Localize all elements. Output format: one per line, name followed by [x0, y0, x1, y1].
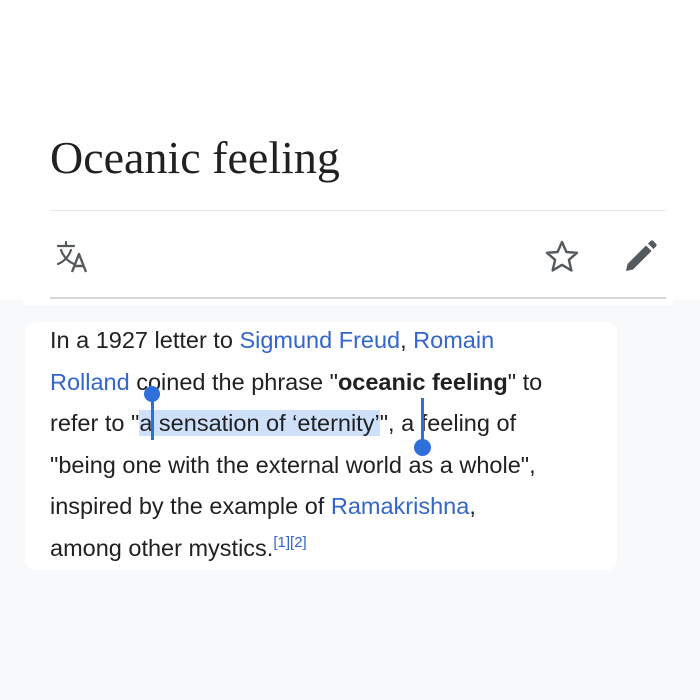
citation-2-link[interactable]: [2]	[290, 534, 307, 551]
selected-text[interactable]: a sensation of ‘eternity’	[139, 410, 380, 436]
text-run: ", a feeling of	[379, 410, 517, 436]
language-icon[interactable]	[50, 235, 94, 279]
paragraph-line-2: Rolland coined the phrase "oceanic feeli…	[50, 362, 650, 404]
selection-start-caret	[151, 398, 154, 440]
paragraph-line-4: "being one with the external world as a …	[50, 451, 536, 478]
text-run: ,	[400, 327, 414, 353]
paragraph-line-1: In a 1927 letter to Sigmund Freud, Romai…	[50, 320, 650, 362]
selection-start-handle[interactable]	[144, 386, 160, 402]
article-paragraph: In a 1927 letter to Sigmund Freud, Romai…	[50, 320, 650, 569]
selection-end-caret	[421, 398, 424, 442]
link-ramakrishna[interactable]: Ramakrishna	[331, 493, 469, 519]
paragraph-line-5: inspired by the example of Ramakrishna,	[50, 486, 650, 528]
citation-1-link[interactable]: [1]	[273, 534, 290, 551]
paragraph-line-3: refer to "a sensation of ‘eternity’", a …	[50, 403, 650, 445]
edit-icon[interactable]	[618, 235, 662, 279]
text-run: coined the phrase "	[129, 368, 338, 395]
text-run: " to	[507, 368, 543, 395]
star-icon[interactable]	[540, 235, 584, 279]
selection-end-handle[interactable]	[414, 439, 431, 456]
link-sigmund-freud[interactable]: Sigmund Freud	[239, 327, 400, 353]
link-romain-rolland-part1[interactable]: Romain	[413, 327, 494, 353]
text-run: among other mystics.	[50, 534, 274, 561]
citation-refs: [1][2]	[273, 534, 306, 551]
text-run: inspired by the example of	[50, 493, 331, 519]
text-run: In a 1927 letter to	[50, 327, 240, 353]
text-run: refer to "	[50, 410, 140, 436]
toolbar-divider	[50, 297, 666, 299]
text-run: ,	[469, 493, 476, 519]
title-divider	[50, 210, 666, 211]
link-romain-rolland-part2[interactable]: Rolland	[50, 369, 130, 395]
bold-phrase: oceanic feeling	[337, 368, 508, 395]
paragraph-line-6: among other mystics.[1][2]	[50, 528, 650, 570]
page-title: Oceanic feeling	[50, 132, 340, 183]
